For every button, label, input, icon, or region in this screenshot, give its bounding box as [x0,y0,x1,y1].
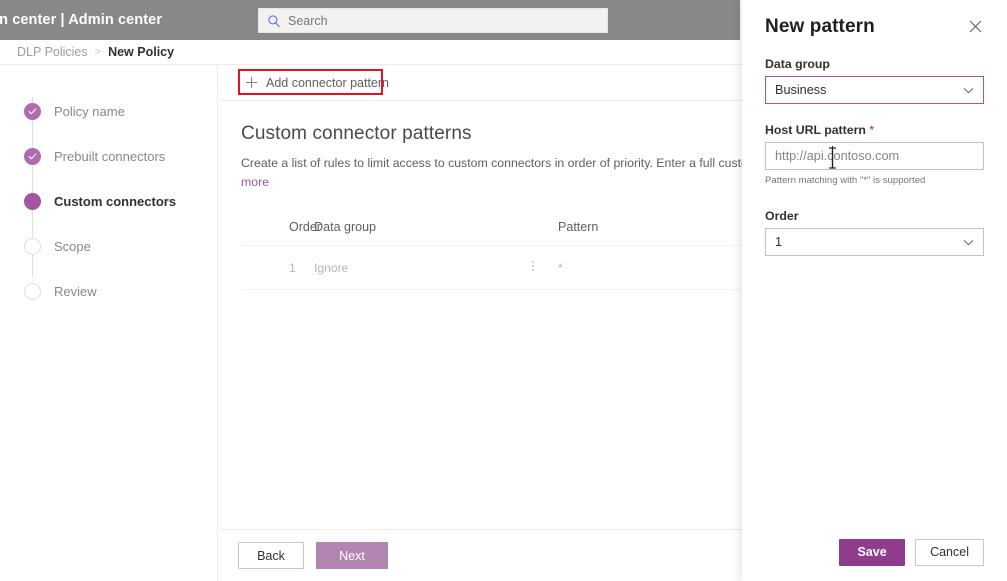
chevron-down-icon [963,87,974,93]
host-url-hint: Pattern matching with "*" is supported [765,175,926,186]
panel-header: New pattern [765,0,984,38]
sidebar-item-label: Policy name [54,104,125,119]
step-status-icon-complete [24,148,41,165]
add-connector-pattern-button[interactable]: Add connector pattern [238,69,396,97]
step-status-icon-pending [24,283,41,300]
host-url-field: Host URL pattern * http://api.contoso.co… [765,123,984,186]
global-search[interactable] [258,8,608,33]
learn-more-link[interactable]: more [241,175,269,189]
data-group-field: Data group Business [765,57,984,104]
panel-title: New pattern [765,16,875,37]
text-cursor-caret [832,146,833,168]
panel-footer: Save Cancel [742,523,1007,581]
row-actions-cell[interactable] [507,245,559,291]
back-button[interactable]: Back [238,542,304,569]
new-pattern-panel: New pattern Data group Business Host URL… [742,0,1007,581]
table-header-row: Order Data group Pattern [241,214,741,247]
step-status-icon-pending [24,238,41,255]
breadcrumb-separator-icon: > [94,46,102,58]
sidebar-item-label: Prebuilt connectors [54,149,166,164]
host-url-label: Host URL pattern * [765,123,984,137]
order-dropdown[interactable]: 1 [765,228,984,256]
column-header-order[interactable]: Order [241,214,321,247]
host-url-label-text: Host URL pattern [765,123,866,137]
cancel-button[interactable]: Cancel [915,538,984,566]
step-status-icon-current [24,193,41,210]
data-group-dropdown[interactable]: Business [765,76,984,104]
add-connector-pattern-label: Add connector pattern [266,75,389,90]
search-input[interactable] [288,13,599,28]
kebab-menu-icon[interactable] [531,259,534,273]
save-button[interactable]: Save [839,538,906,566]
section-description: Create a list of rules to limit access t… [241,154,828,192]
plus-icon [245,76,258,89]
column-header-pattern[interactable]: Pattern [558,214,741,247]
search-icon [268,14,280,27]
cell-data-group: Ignore [314,245,508,291]
step-status-icon-complete [24,103,41,120]
sidebar-item-label: Custom connectors [54,194,177,209]
suite-title: min center | Admin center [0,12,163,28]
data-group-value: Business [775,83,827,97]
close-button[interactable] [967,18,984,35]
breadcrumb-item-dlp-policies[interactable]: DLP Policies [17,45,88,59]
host-url-input[interactable]: http://api.contoso.com [775,149,974,163]
check-icon [28,153,37,160]
host-url-input-wrapper[interactable]: http://api.contoso.com [765,142,984,170]
sidebar-item-label: Scope [54,239,91,254]
breadcrumb-item-new-policy: New Policy [108,45,175,59]
cell-order: 1 [241,245,315,291]
table-row[interactable]: 1 Ignore * [241,245,741,291]
patterns-table: Order Data group Pattern 1 Ignore * [241,214,741,291]
column-header-menu [507,214,559,247]
column-header-data-group[interactable]: Data group [314,214,508,247]
cell-pattern: * [558,245,741,291]
sidebar-item-label: Review [54,284,97,299]
step-navigation: Policy name Prebuilt connectors Custom c… [0,65,218,581]
check-icon [28,108,37,115]
data-group-label: Data group [765,57,830,71]
app-root: min center | Admin center DLP Policies >… [0,0,1007,581]
chevron-down-icon [963,239,974,245]
section-description-text: Create a list of rules to limit access t… [241,156,828,170]
order-value: 1 [775,235,783,249]
next-button[interactable]: Next [316,542,388,569]
close-icon [969,20,982,33]
order-field: Order 1 [765,209,984,256]
order-label: Order [765,209,799,223]
required-indicator: * [869,123,875,137]
